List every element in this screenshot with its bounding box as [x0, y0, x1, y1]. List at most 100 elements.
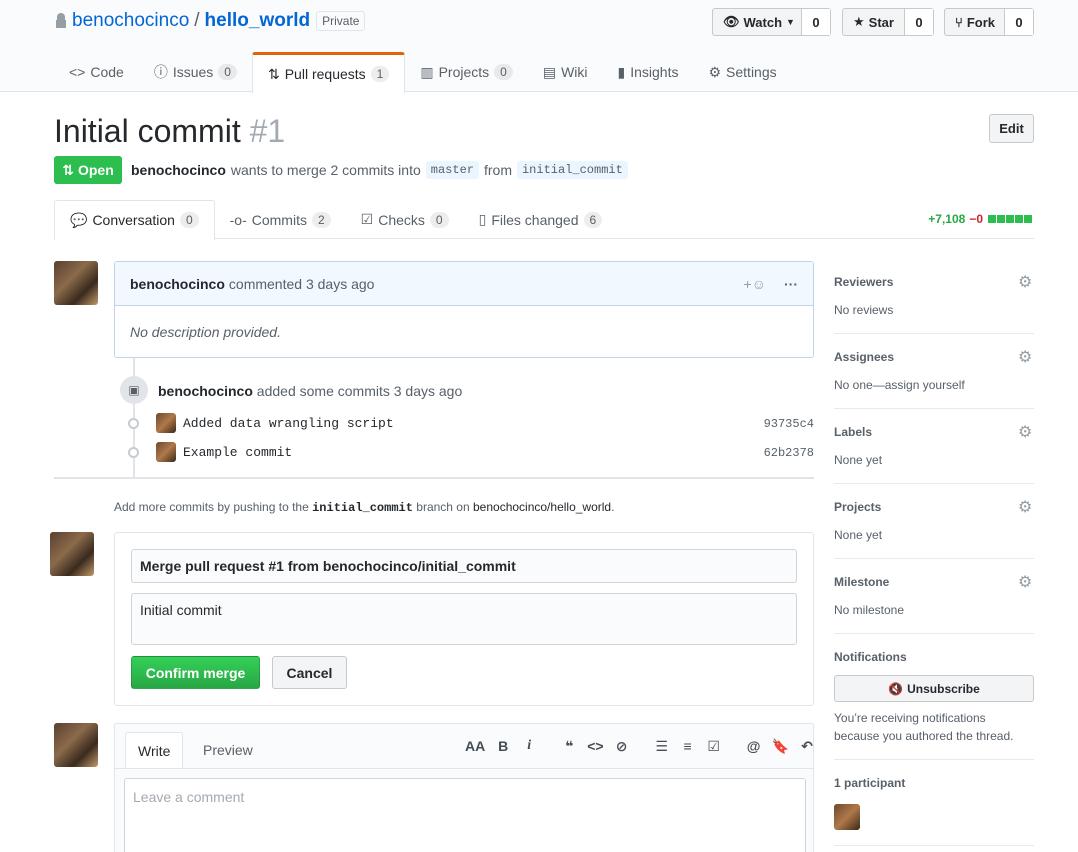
sidebar-assignees[interactable]: Assignees No one—assign yourself ⚙	[834, 350, 1034, 409]
commit-event-author[interactable]: benochocinco	[158, 383, 253, 399]
star-button[interactable]: ★ Star	[843, 9, 905, 35]
editor-toolbar: AA B i ❝ <> ⊘ ☰ ≡ ☑ @ 🔖 ↶	[465, 736, 815, 756]
commit-sha-link[interactable]: 93735c4	[764, 417, 814, 431]
code-icon: <>	[69, 64, 86, 80]
avatar[interactable]	[54, 261, 98, 305]
gear-icon[interactable]: ⚙	[1018, 500, 1034, 516]
sidebar-value[interactable]: No one—assign yourself	[834, 378, 1034, 392]
tab-conversation[interactable]: 💬 Conversation 0	[54, 200, 215, 240]
sidebar-projects[interactable]: Projects None yet ⚙	[834, 500, 1034, 559]
avatar[interactable]	[50, 532, 94, 576]
star-count[interactable]: 0	[904, 9, 933, 35]
list-item: Added data wrangling script	[156, 413, 394, 433]
sidebar-title: Reviewers	[834, 275, 894, 289]
commit-sha-link[interactable]: 62b2378	[764, 446, 814, 460]
push-note: Add more commits by pushing to the initi…	[114, 500, 614, 515]
comment-box: benochocinco commented 3 days ago +☺ ···…	[114, 261, 814, 358]
file-diff-icon: ▯	[478, 211, 487, 227]
avatar[interactable]	[834, 804, 860, 830]
fork-button[interactable]: ⑂ Fork	[945, 9, 1005, 35]
avatar[interactable]	[54, 723, 98, 767]
sidebar-labels[interactable]: Labels None yet ⚙	[834, 425, 1034, 484]
mention-icon[interactable]: @	[746, 736, 762, 756]
unordered-list-icon[interactable]: ☰	[654, 736, 670, 756]
gear-icon[interactable]: ⚙	[1018, 425, 1034, 441]
bold-icon[interactable]: B	[495, 736, 511, 756]
gear-icon[interactable]: ⚙	[1018, 275, 1034, 291]
task-list-icon[interactable]: ☑	[706, 736, 722, 756]
tab-commits[interactable]: -o- Commits 2	[215, 200, 346, 239]
notification-reason: You’re receiving notifications because y…	[834, 711, 1014, 743]
list-item: Example commit	[156, 442, 292, 462]
more-options-icon[interactable]: ···	[784, 276, 798, 292]
divider	[54, 477, 814, 479]
watch-button[interactable]: 👁 Watch ▼	[713, 9, 802, 35]
add-reaction-icon[interactable]: +☺	[744, 276, 766, 292]
gear-icon[interactable]: ⚙	[1018, 350, 1034, 366]
tab-settings[interactable]: ⚙ Settings	[693, 52, 791, 92]
caret-down-icon: ▼	[786, 17, 795, 27]
watch-count[interactable]: 0	[802, 9, 830, 35]
tab-counter: 0	[494, 64, 513, 80]
sidebar-title: Assignees	[834, 350, 895, 364]
tab-checks[interactable]: ☑ Checks 0	[346, 200, 464, 239]
commit-message-link[interactable]: Example commit	[183, 445, 292, 460]
comment-author-link[interactable]: benochocinco	[130, 276, 225, 292]
tab-issues[interactable]: ⓘ Issues 0	[139, 52, 252, 92]
divider	[115, 768, 813, 769]
fork-label: Fork	[966, 14, 995, 30]
tab-files-changed[interactable]: ▯ Files changed 6	[464, 200, 618, 239]
issue-icon: ⓘ	[153, 64, 168, 80]
comment-header: benochocinco commented 3 days ago +☺ ···	[115, 262, 813, 306]
pr-author-link[interactable]: benochocinco	[131, 162, 226, 178]
text-size-icon[interactable]: AA	[465, 736, 485, 756]
tab-projects[interactable]: ▥ Projects 0	[405, 52, 528, 92]
quote-icon[interactable]: ❝	[561, 736, 577, 756]
tab-label: Projects	[438, 64, 490, 80]
merge-title-input[interactable]: Merge pull request #1 from benochocinco/…	[131, 549, 797, 583]
bookmark-icon[interactable]: 🔖	[772, 736, 789, 756]
merge-message-textarea[interactable]: Initial commit	[131, 593, 797, 645]
tab-insights[interactable]: ▮ Insights	[603, 52, 694, 92]
checklist-icon: ☑	[360, 211, 374, 227]
italic-icon[interactable]: i	[521, 736, 537, 756]
repo-name-link[interactable]: hello_world	[205, 10, 311, 32]
sidebar-reviewers[interactable]: Reviewers No reviews ⚙	[834, 275, 1034, 334]
cancel-button[interactable]: Cancel	[272, 656, 347, 689]
book-icon: ▤	[542, 63, 557, 80]
tab-preview[interactable]: Preview	[191, 732, 265, 768]
tab-write[interactable]: Write	[125, 732, 184, 769]
repo-owner-link[interactable]: benochocinco	[72, 10, 189, 32]
unsubscribe-button[interactable]: 🔇 Unsubscribe	[834, 675, 1034, 702]
fork-button-group: ⑂ Fork 0	[944, 8, 1034, 36]
tab-label: Settings	[726, 64, 777, 80]
repo-header: benochocinco / hello_world Private 👁 Wat…	[0, 0, 1078, 93]
push-note-repo: benochocinco/hello_world	[473, 500, 612, 514]
sidebar-milestone[interactable]: Milestone No milestone ⚙	[834, 575, 1034, 634]
head-branch[interactable]: initial_commit	[516, 161, 628, 179]
comment-textarea[interactable]: Leave a comment	[124, 778, 806, 852]
tab-pull-requests[interactable]: ⇅ Pull requests 1	[251, 52, 406, 93]
avatar[interactable]	[156, 442, 176, 462]
ordered-list-icon[interactable]: ≡	[680, 736, 696, 756]
commit-message-link[interactable]: Added data wrangling script	[183, 416, 394, 431]
commit-icon: -o-	[229, 211, 247, 228]
confirm-merge-button[interactable]: Confirm merge	[131, 656, 260, 689]
comment-timestamp[interactable]: commented 3 days ago	[229, 276, 375, 292]
code-icon[interactable]: <>	[587, 736, 603, 756]
edit-title-button[interactable]: Edit	[989, 114, 1034, 143]
commit-dot	[128, 447, 139, 458]
tab-code[interactable]: <> Code	[54, 52, 139, 92]
avatar[interactable]	[156, 413, 176, 433]
fork-count[interactable]: 0	[1005, 9, 1033, 35]
star-icon: ★	[853, 14, 865, 29]
base-branch[interactable]: master	[425, 161, 479, 179]
reply-icon[interactable]: ↶	[799, 736, 815, 756]
link-icon[interactable]: ⊘	[614, 736, 630, 756]
pr-number: #1	[249, 113, 286, 149]
sidebar-title: Notifications	[834, 650, 907, 664]
private-badge: Private	[316, 11, 366, 31]
gear-icon[interactable]: ⚙	[1018, 575, 1034, 591]
tab-wiki[interactable]: ▤ Wiki	[528, 52, 603, 92]
page-title: Initial commit #1	[54, 113, 285, 150]
